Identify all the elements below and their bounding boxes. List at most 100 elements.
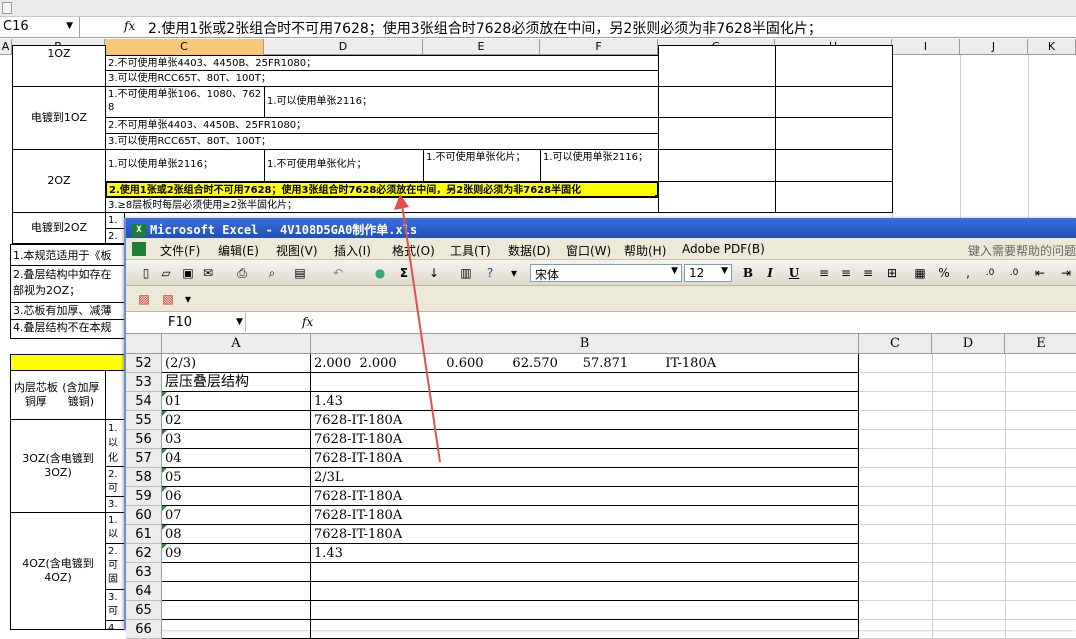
convert-to-pdf-icon[interactable]: ▨ xyxy=(136,291,152,307)
cell-g[interactable] xyxy=(658,86,776,118)
cell[interactable]: 1.不可使用单张106、1080、7628 xyxy=(105,86,265,118)
menu-edit[interactable]: 编辑(E) xyxy=(218,242,259,259)
col-header-c[interactable]: C xyxy=(105,39,264,55)
select-all-corner[interactable] xyxy=(126,334,162,354)
cell-b[interactable]: 1.43 xyxy=(311,544,859,563)
cell-a[interactable]: 06 xyxy=(162,487,311,506)
row-number[interactable]: 62 xyxy=(126,544,162,563)
cell-a[interactable]: (2/3) xyxy=(162,354,311,373)
cell-g[interactable] xyxy=(658,117,776,150)
cell-empty[interactable] xyxy=(859,354,1076,373)
align-left-icon[interactable]: ≡ xyxy=(816,265,832,281)
decrease-decimal-icon[interactable]: .0 xyxy=(1006,265,1022,281)
cell-empty[interactable] xyxy=(859,563,1076,582)
cell-g[interactable] xyxy=(658,181,776,213)
col-header-f[interactable]: F xyxy=(540,39,658,55)
paste-icon[interactable]: ▤ xyxy=(292,265,308,281)
cell-h[interactable] xyxy=(775,149,893,182)
chevron-down-icon[interactable]: ▼ xyxy=(66,21,73,31)
cell[interactable]: 1.可以使用单张2116； xyxy=(540,149,659,182)
cell[interactable]: 1. 以 xyxy=(105,512,125,544)
comma-style-icon[interactable]: , xyxy=(960,265,976,281)
note-row[interactable]: 4.叠层结构不在本规 xyxy=(10,319,125,339)
cell[interactable]: 2.不可用单张4403、4450B、25FR1080； xyxy=(105,117,659,134)
cell[interactable]: 2. 可 xyxy=(105,466,125,497)
cell-a[interactable] xyxy=(162,582,311,601)
menu-window[interactable]: 窗口(W) xyxy=(566,242,611,259)
cell-4oz[interactable]: 4OZ(含电镀到4OZ) xyxy=(10,512,106,630)
cell-a[interactable]: 07 xyxy=(162,506,311,525)
note-row[interactable]: 2.叠层结构中如存在 部视为2OZ； xyxy=(10,265,125,303)
cell-empty[interactable] xyxy=(859,544,1076,563)
cell-a[interactable]: 层压叠层结构 xyxy=(162,373,311,392)
cell-empty[interactable] xyxy=(859,468,1076,487)
row-number[interactable]: 56 xyxy=(126,430,162,449)
cell-empty[interactable] xyxy=(859,582,1076,601)
cell-h[interactable] xyxy=(775,181,893,213)
cell-b[interactable] xyxy=(311,582,859,601)
col-header-a[interactable]: A xyxy=(162,334,311,354)
cell[interactable]: 2. 可固 xyxy=(105,543,125,590)
cell[interactable]: 1.可以使用单张2116； xyxy=(105,149,265,182)
row-number[interactable]: 54 xyxy=(126,392,162,411)
pdf-email-icon[interactable]: ▧ xyxy=(160,291,176,307)
row-number[interactable]: 59 xyxy=(126,487,162,506)
row-number[interactable]: 63 xyxy=(126,563,162,582)
menu-help[interactable]: 帮助(H) xyxy=(624,242,666,259)
chevron-down-icon[interactable]: ▼ xyxy=(236,317,243,327)
cell-empty[interactable] xyxy=(859,525,1076,544)
menu-file[interactable]: 文件(F) xyxy=(160,242,200,259)
research-icon[interactable]: ⌕ xyxy=(264,265,280,281)
col-header-i[interactable]: I xyxy=(892,39,960,55)
col-header-d[interactable]: D xyxy=(264,39,423,55)
chart-wizard-icon[interactable]: ▥ xyxy=(458,265,474,281)
note-row[interactable]: 1.本规范适用于《板 xyxy=(10,244,125,266)
underline-icon[interactable]: U xyxy=(786,265,802,281)
menu-adobe-pdf[interactable]: Adobe PDF(B) xyxy=(682,242,765,256)
cell[interactable]: 1. xyxy=(105,212,125,229)
cell[interactable]: 3. xyxy=(105,496,125,513)
cell-2oz[interactable]: 2OZ xyxy=(12,149,106,213)
open-icon[interactable]: ▱ xyxy=(158,265,174,281)
col-header-d[interactable]: D xyxy=(932,334,1005,354)
menu-view[interactable]: 视图(V) xyxy=(276,242,318,259)
col-header-e[interactable]: E xyxy=(1005,334,1076,354)
cell-b[interactable]: 7628-IT-180A xyxy=(311,487,859,506)
cell-plating-2oz[interactable]: 电镀到2OZ xyxy=(12,212,106,244)
cell-empty[interactable] xyxy=(859,487,1076,506)
cell-inner-copper-header[interactable]: 内层芯板铜厚 (含加厚镀铜) xyxy=(10,370,106,420)
cell-g[interactable] xyxy=(658,149,776,182)
cell-h[interactable] xyxy=(775,117,893,150)
formula-text[interactable]: 2.使用1张或2张组合时不可用7628；使用3张组合时7628必须放在中间，另2… xyxy=(148,18,822,38)
new-icon[interactable]: ▯ xyxy=(138,265,154,281)
cell-empty[interactable] xyxy=(859,411,1076,430)
cell[interactable]: 3. 可 xyxy=(105,589,125,621)
cell[interactable] xyxy=(105,370,125,420)
align-center-icon[interactable]: ≡ xyxy=(838,265,854,281)
row-number[interactable]: 57 xyxy=(126,449,162,468)
help-question-box[interactable]: 键入需要帮助的问题 xyxy=(968,242,1076,259)
row-number[interactable]: 53 xyxy=(126,373,162,392)
toolbar-options-icon[interactable] xyxy=(2,2,12,14)
cell-empty[interactable] xyxy=(859,430,1076,449)
cell-empty[interactable] xyxy=(859,449,1076,468)
bold-icon[interactable]: B xyxy=(740,265,756,281)
cell-a[interactable] xyxy=(162,601,311,620)
cell-a[interactable]: 03 xyxy=(162,430,311,449)
cell-h[interactable] xyxy=(775,86,893,118)
row-number[interactable]: 61 xyxy=(126,525,162,544)
increase-decimal-icon[interactable]: .0 xyxy=(982,265,998,281)
cell[interactable]: 1.可以使用单张2116； xyxy=(264,86,659,118)
col-header-e[interactable]: E xyxy=(423,39,540,55)
window-title-bar[interactable]: X Microsoft Excel - 4V108D5GA0制作单.xls xyxy=(126,218,1076,238)
cell-a[interactable]: 05 xyxy=(162,468,311,487)
cell[interactable]: 3.可以使用RCC65T、80T、100T； xyxy=(105,70,659,87)
percent-icon[interactable]: % xyxy=(936,265,952,281)
cell-plating-1oz[interactable]: 电镀到1OZ xyxy=(12,86,106,150)
name-box[interactable]: F10 ▼ xyxy=(126,313,246,332)
cell-3oz[interactable]: 3OZ(含电镀到3OZ) xyxy=(10,419,106,513)
cell[interactable]: 2. xyxy=(105,228,125,244)
cell-1oz[interactable]: 1OZ xyxy=(12,45,106,87)
cell-a[interactable]: 01 xyxy=(162,392,311,411)
col-header-j[interactable]: J xyxy=(960,39,1028,55)
